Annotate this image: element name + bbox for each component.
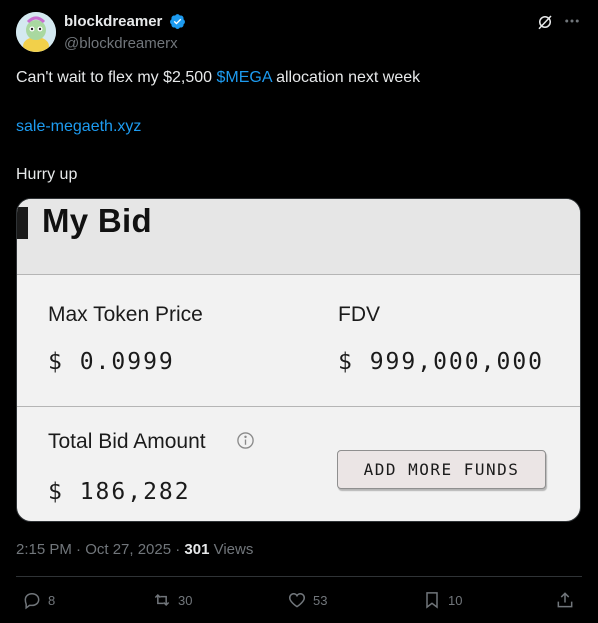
- bookmark-count: 10: [448, 592, 463, 608]
- views-count: 301: [184, 541, 210, 558]
- card-title: My Bid: [42, 202, 152, 239]
- share-icon: [557, 592, 573, 608]
- cashtag-link[interactable]: $MEGA: [216, 69, 271, 86]
- external-link[interactable]: sale-megaeth.xyz: [16, 117, 141, 137]
- bookmark-icon: [426, 592, 438, 609]
- verified-badge-icon: [169, 13, 186, 30]
- tweet-text-after: allocation next week: [271, 69, 421, 86]
- max-token-price-label: Max Token Price: [48, 303, 203, 326]
- card-divider: [17, 406, 580, 407]
- views-label: Views: [209, 541, 254, 558]
- author-name[interactable]: blockdreamer: [64, 13, 162, 30]
- reply-button[interactable]: 8: [22, 590, 55, 610]
- fdv-value: $ 999,000,000: [338, 349, 545, 375]
- like-count: 53: [313, 592, 328, 608]
- avatar[interactable]: [16, 12, 56, 52]
- bookmark-button[interactable]: 10: [422, 590, 462, 610]
- author-handle[interactable]: @blockdreamerx: [64, 35, 178, 52]
- add-more-funds-button: ADD MORE FUNDS: [337, 450, 546, 489]
- fdv-label: FDV: [338, 303, 380, 326]
- info-icon: [236, 431, 255, 450]
- share-button[interactable]: [555, 590, 575, 610]
- heart-icon: [288, 592, 306, 608]
- more-options-icon[interactable]: [563, 12, 581, 30]
- tweet-text-hurry: Hurry up: [16, 166, 78, 183]
- grok-icon[interactable]: [536, 13, 554, 31]
- repost-count: 30: [178, 592, 193, 608]
- total-bid-value: $ 186,282: [48, 479, 191, 505]
- tweet-text-line: Can't wait to flex my $2,500 $MEGA alloc…: [16, 68, 420, 88]
- max-token-price-value: $ 0.0999: [48, 349, 175, 375]
- tweet-text-before: Can't wait to flex my $2,500: [16, 69, 217, 86]
- repost-button[interactable]: 30: [152, 590, 192, 610]
- reply-icon: [24, 592, 40, 610]
- divider: [16, 576, 582, 577]
- timestamp[interactable]: 2:15 PM · Oct 27, 2025 ·: [16, 541, 184, 558]
- card-header: My Bid: [17, 199, 580, 275]
- total-bid-label: Total Bid Amount: [48, 430, 206, 453]
- reply-count: 8: [48, 592, 56, 608]
- title-marker: [17, 207, 28, 239]
- like-button[interactable]: 53: [287, 590, 327, 610]
- tweet-meta: 2:15 PM · Oct 27, 2025 · 301 Views: [16, 541, 253, 558]
- repost-icon: [154, 593, 170, 607]
